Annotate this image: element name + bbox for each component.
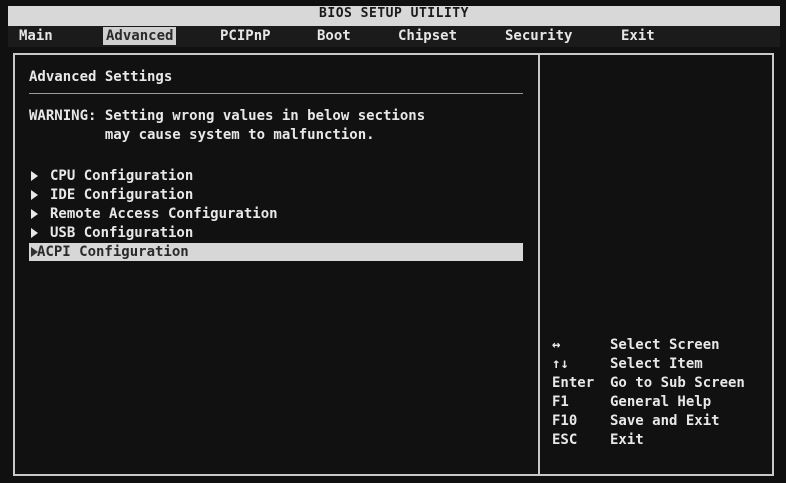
menu-item-cpu-configuration[interactable]: CPU Configuration	[29, 167, 523, 185]
help-row-general-help: F1 General Help	[552, 393, 772, 411]
warning-text-line1: WARNING: Setting wrong values in below s…	[29, 108, 426, 124]
help-row-save-and-exit: F10 Save and Exit	[552, 412, 772, 430]
settings-panel: Advanced Settings WARNING: Setting wrong…	[15, 55, 538, 474]
tab-main[interactable]: Main	[16, 27, 56, 45]
bios-screen: BIOS SETUP UTILITY Main Advanced PCIPnP …	[0, 0, 786, 483]
menu-item-ide-configuration[interactable]: IDE Configuration	[29, 186, 523, 204]
menu-item-usb-configuration[interactable]: USB Configuration	[29, 224, 523, 242]
title-bar: BIOS SETUP UTILITY	[8, 6, 780, 28]
help-key: Enter	[552, 375, 595, 391]
tab-boot[interactable]: Boot	[314, 27, 354, 45]
left-right-arrows-icon: ↔	[552, 337, 561, 353]
tab-chipset[interactable]: Chipset	[395, 27, 460, 45]
menu-item-remote-access-configuration[interactable]: Remote Access Configuration	[29, 205, 523, 223]
menu-item-label: IDE Configuration	[50, 187, 194, 203]
tab-security[interactable]: Security	[502, 27, 575, 45]
help-row-go-to-sub-screen: Enter Go to Sub Screen	[552, 374, 772, 392]
help-key: F10	[552, 413, 578, 429]
help-key: F1	[552, 394, 569, 410]
up-down-arrows-icon: ↑↓	[552, 356, 569, 372]
help-key: ESC	[552, 432, 578, 448]
menu-item-label: CPU Configuration	[50, 168, 194, 184]
menu-item-label: ACPI Configuration	[37, 244, 189, 260]
menu-item-label: Remote Access Configuration	[50, 206, 278, 222]
warning-text-line2: may cause system to malfunction.	[29, 127, 375, 143]
help-row-exit: ESC Exit	[552, 431, 772, 449]
help-description: General Help	[610, 394, 712, 410]
tab-advanced[interactable]: Advanced	[103, 27, 177, 45]
tab-exit[interactable]: Exit	[618, 27, 658, 45]
tab-pcipnp[interactable]: PCIPnP	[217, 27, 274, 45]
section-title: Advanced Settings	[29, 69, 173, 85]
help-description: Save and Exit	[610, 413, 720, 429]
help-description: Select Item	[610, 356, 703, 372]
help-description: Go to Sub Screen	[610, 375, 745, 391]
utility-title: BIOS SETUP UTILITY	[319, 6, 469, 21]
submenu-arrow-icon	[31, 209, 38, 219]
submenu-arrow-icon	[31, 190, 38, 200]
help-description: Select Screen	[610, 337, 720, 353]
submenu-arrow-icon	[31, 228, 38, 238]
help-row-select-screen: ↔ Select Screen	[552, 336, 772, 354]
menu-item-label: USB Configuration	[50, 225, 194, 241]
main-frame: Advanced Settings WARNING: Setting wrong…	[13, 53, 774, 476]
submenu-arrow-icon	[31, 171, 38, 181]
help-panel: ↔ Select Screen ↑↓ Select Item Enter Go …	[540, 55, 772, 474]
menu-item-acpi-configuration[interactable]: ACPI Configuration	[29, 243, 523, 261]
help-row-select-item: ↑↓ Select Item	[552, 355, 772, 373]
title-divider	[29, 93, 523, 94]
menu-bar: Main Advanced PCIPnP Boot Chipset Securi…	[8, 26, 780, 47]
help-description: Exit	[610, 432, 644, 448]
